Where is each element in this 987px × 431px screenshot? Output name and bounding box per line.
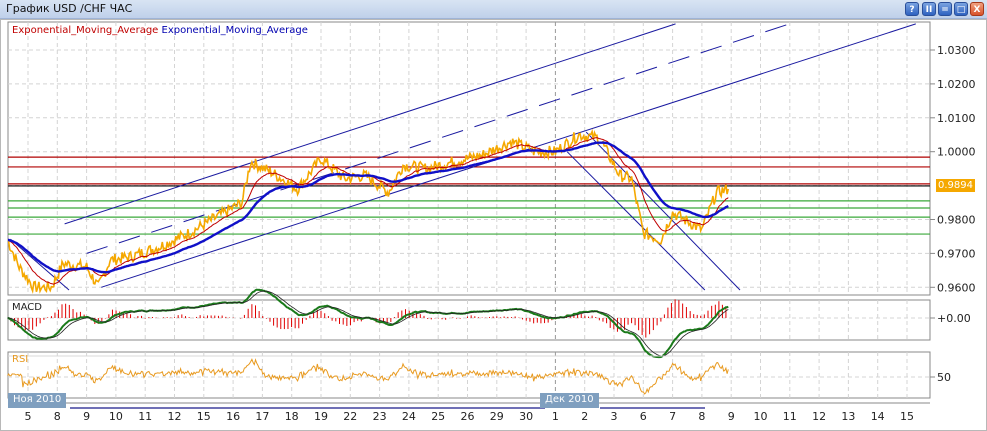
legend-ema-red: Exponential_Moving_Average xyxy=(12,25,159,36)
rsi-panel xyxy=(7,351,931,399)
macd-label: MACD xyxy=(12,302,42,313)
x-tick-label: 10 xyxy=(109,410,123,423)
x-tick-label: 16 xyxy=(226,410,240,423)
x-tick-label: 9 xyxy=(728,410,735,423)
x-tick-label: 17 xyxy=(255,410,269,423)
y-tick-label: 0.9800 xyxy=(937,214,976,227)
y-tick-label: 1.0000 xyxy=(937,146,976,159)
x-tick-label: 23 xyxy=(373,410,387,423)
rsi-tick-label: 50 xyxy=(937,371,951,384)
x-tick-label: 29 xyxy=(490,410,504,423)
x-tick-label: 8 xyxy=(698,410,705,423)
x-tick-label: 15 xyxy=(900,410,914,423)
month-label-dec: Дек 2010 xyxy=(540,393,599,408)
x-tick-label: 13 xyxy=(841,410,855,423)
rsi-label: RSI xyxy=(12,354,28,365)
y-tick-label: 0.9600 xyxy=(937,281,976,294)
x-tick-label: 11 xyxy=(783,410,797,423)
x-tick-label: 19 xyxy=(314,410,328,423)
last-price-tag: 0.9894 xyxy=(936,179,975,192)
x-tick-label: 24 xyxy=(402,410,416,423)
y-tick-label: 0.9700 xyxy=(937,247,976,260)
x-tick-label: 10 xyxy=(754,410,768,423)
x-tick-label: 30 xyxy=(519,410,533,423)
chart-legend: Exponential_Moving_Average Exponential_M… xyxy=(12,25,308,36)
x-tick-label: 1 xyxy=(552,410,559,423)
legend-ema-blue: Exponential_Moving_Average xyxy=(161,25,308,36)
x-tick-label: 22 xyxy=(343,410,357,423)
macd-panel xyxy=(7,299,931,341)
y-tick-label: 1.0300 xyxy=(937,44,976,57)
x-tick-label: 7 xyxy=(669,410,676,423)
price-chart[interactable]: 5 8 9 10 11 12 15 16 17 18 19 22 23 24 25 26 29 30 1 2 3 6 7 8 9… xyxy=(0,0,987,431)
x-tick-label: 15 xyxy=(197,410,211,423)
x-tick-label: 26 xyxy=(461,410,475,423)
x-tick-label: 2 xyxy=(581,410,588,423)
x-tick-label: 12 xyxy=(812,410,826,423)
month-label-nov: Ноя 2010 xyxy=(8,393,67,408)
y-tick-label: 1.0200 xyxy=(937,78,976,91)
x-tick-label: 14 xyxy=(871,410,885,423)
x-tick-label: 11 xyxy=(138,410,152,423)
x-tick-label: 9 xyxy=(83,410,90,423)
x-tick-label: 25 xyxy=(431,410,445,423)
x-tick-label: 5 xyxy=(25,410,32,423)
x-tick-label: 8 xyxy=(54,410,61,423)
x-tick-label: 6 xyxy=(640,410,647,423)
x-tick-label: 3 xyxy=(611,410,618,423)
macd-tick-label: +0.00 xyxy=(937,312,971,325)
x-tick-label: 18 xyxy=(285,410,299,423)
y-tick-label: 1.0100 xyxy=(937,112,976,125)
x-tick-label: 12 xyxy=(168,410,182,423)
